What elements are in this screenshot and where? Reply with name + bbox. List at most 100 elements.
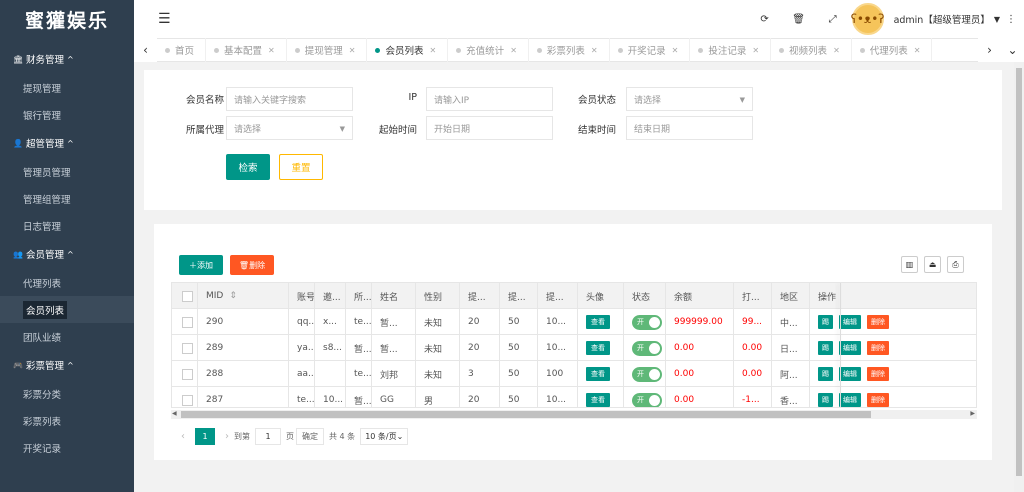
user-name[interactable]: admin【超级管理员】 bbox=[894, 12, 990, 26]
tab-item[interactable]: 开奖记录 ✕ bbox=[610, 38, 691, 62]
member-status-select[interactable]: 请选择 ▼ bbox=[626, 87, 753, 111]
view-avatar-button[interactable]: 查看 bbox=[586, 393, 610, 407]
sidebar-item[interactable]: 开奖记录 bbox=[0, 434, 134, 461]
select-all-checkbox[interactable] bbox=[182, 290, 193, 302]
row-checkbox[interactable] bbox=[182, 316, 193, 328]
tab-prev-icon[interactable]: ‹ bbox=[134, 38, 157, 62]
sidebar-item[interactable]: 代理列表 bbox=[0, 269, 134, 296]
sidebar-item[interactable]: 管理组管理 bbox=[0, 185, 134, 212]
kick-button[interactable]: 踢 bbox=[818, 367, 833, 381]
edit-button[interactable]: 编辑 bbox=[839, 341, 861, 355]
close-icon[interactable]: ✕ bbox=[510, 46, 517, 55]
fullscreen-icon[interactable]: ⤢ bbox=[816, 14, 850, 25]
menu-toggle-icon[interactable]: ☰ bbox=[158, 11, 171, 27]
close-icon[interactable]: ✕ bbox=[752, 46, 759, 55]
tab-item[interactable]: 会员列表 ✕ bbox=[367, 38, 449, 62]
sidebar-group-2[interactable]: 👥 会员管理 ^ bbox=[0, 239, 134, 269]
edit-button[interactable]: 编辑 bbox=[839, 367, 861, 381]
columns-icon[interactable]: ▥ bbox=[901, 256, 918, 273]
sidebar-item[interactable]: 彩票列表 bbox=[0, 407, 134, 434]
sort-icon[interactable]: ⇕ bbox=[229, 291, 237, 301]
table-cell: 50 bbox=[500, 361, 538, 387]
tab-item[interactable]: 提现管理 ✕ bbox=[287, 38, 368, 62]
tab-item[interactable]: 首页 bbox=[157, 38, 207, 62]
kick-button[interactable]: 踢 bbox=[818, 393, 833, 407]
sidebar-item[interactable]: 提现管理 bbox=[0, 74, 134, 101]
sidebar-group-3[interactable]: 🎮 彩票管理 ^ bbox=[0, 350, 134, 380]
header-cell[interactable]: MID ⇕ bbox=[198, 283, 289, 309]
view-avatar-button[interactable]: 查看 bbox=[586, 315, 610, 329]
chevron-down-icon[interactable]: ▼ bbox=[994, 15, 1000, 24]
table-cell: 10... bbox=[315, 387, 346, 407]
sidebar-item[interactable]: 银行管理 bbox=[0, 101, 134, 128]
close-icon[interactable]: ✕ bbox=[268, 46, 275, 55]
kick-button[interactable]: 踢 bbox=[818, 341, 833, 355]
sidebar-item[interactable]: 会员列表 bbox=[0, 296, 134, 323]
sidebar-item[interactable]: 团队业绩 bbox=[0, 323, 134, 350]
confirm-button[interactable]: 确定 bbox=[296, 427, 324, 445]
close-icon[interactable]: ✕ bbox=[591, 46, 598, 55]
sidebar-group-0[interactable]: 🏛 财务管理 ^ bbox=[0, 44, 134, 74]
kick-button[interactable]: 踢 bbox=[818, 315, 833, 329]
sidebar-item[interactable]: 日志管理 bbox=[0, 212, 134, 239]
ip-input[interactable]: 请输入IP bbox=[426, 87, 553, 111]
export-icon[interactable]: ⏏ bbox=[924, 256, 941, 273]
tab-item[interactable]: 彩票列表 ✕ bbox=[529, 38, 610, 62]
status-toggle[interactable]: 开 bbox=[632, 366, 662, 382]
close-icon[interactable]: ✕ bbox=[833, 46, 840, 55]
tab-more-icon[interactable]: ⌄ bbox=[1001, 38, 1024, 62]
end-date-input[interactable]: 结束日期 bbox=[626, 116, 753, 140]
view-avatar-button[interactable]: 查看 bbox=[586, 341, 610, 355]
current-page[interactable]: 1 bbox=[195, 427, 215, 445]
tab-dot bbox=[536, 47, 542, 53]
delete-row-button[interactable]: 删除 bbox=[867, 367, 889, 381]
print-icon[interactable]: ⎙ bbox=[947, 256, 964, 273]
agent-select[interactable]: 请选择 ▼ bbox=[226, 116, 353, 140]
sidebar-group-1[interactable]: 👤 超管管理 ^ bbox=[0, 128, 134, 158]
trash-icon[interactable]: 🗑 bbox=[782, 14, 816, 25]
row-checkbox[interactable] bbox=[182, 394, 193, 406]
row-checkbox[interactable] bbox=[182, 368, 193, 380]
page-input[interactable]: 1 bbox=[255, 427, 281, 445]
app-logo: 蜜獾娱乐 bbox=[24, 9, 109, 32]
status-toggle[interactable]: 开 bbox=[632, 392, 662, 407]
delete-row-button[interactable]: 删除 bbox=[867, 341, 889, 355]
add-button[interactable]: ＋添加 bbox=[179, 255, 223, 275]
close-icon[interactable]: ✕ bbox=[914, 46, 921, 55]
table-hscrollbar[interactable]: ◀ ▶ bbox=[171, 410, 977, 419]
page-scrollbar[interactable] bbox=[1014, 62, 1024, 492]
cell-value: 3 bbox=[468, 369, 474, 379]
tab-item[interactable]: 充值统计 ✕ bbox=[448, 38, 529, 62]
close-icon[interactable]: ✕ bbox=[429, 46, 436, 55]
edit-button[interactable]: 编辑 bbox=[839, 315, 861, 329]
close-icon[interactable]: ✕ bbox=[349, 46, 356, 55]
sidebar-item[interactable]: 彩票分类 bbox=[0, 380, 134, 407]
row-checkbox[interactable] bbox=[182, 342, 193, 354]
reset-button[interactable]: 重置 bbox=[279, 154, 323, 180]
page-size-select[interactable]: 10 条/页 ⌄ bbox=[360, 427, 409, 445]
start-date-input[interactable]: 开始日期 bbox=[426, 116, 553, 140]
tab-item[interactable]: 投注记录 ✕ bbox=[690, 38, 772, 62]
delete-button[interactable]: 🗑 删除 bbox=[230, 255, 274, 275]
delete-row-button[interactable]: 删除 bbox=[867, 315, 889, 329]
prev-page-icon[interactable]: ‹ bbox=[176, 431, 190, 442]
header-cell[interactable] bbox=[172, 283, 198, 309]
table-cell: 日... bbox=[772, 335, 810, 361]
tab-item[interactable]: 代理列表 ✕ bbox=[852, 38, 933, 62]
next-page-icon[interactable]: › bbox=[220, 431, 234, 442]
view-avatar-button[interactable]: 查看 bbox=[586, 367, 610, 381]
tab-item[interactable]: 基本配置 ✕ bbox=[206, 38, 287, 62]
status-toggle[interactable]: 开 bbox=[632, 340, 662, 356]
more-vertical-icon[interactable]: ⋮ bbox=[1006, 14, 1016, 25]
edit-button[interactable]: 编辑 bbox=[839, 393, 861, 407]
search-button[interactable]: 检索 bbox=[226, 154, 270, 180]
refresh-icon[interactable]: ⟳ bbox=[748, 14, 782, 25]
member-name-input[interactable]: 请输入关键字搜索 bbox=[226, 87, 353, 111]
sidebar-item[interactable]: 管理员管理 bbox=[0, 158, 134, 185]
close-icon[interactable]: ✕ bbox=[672, 46, 679, 55]
tab-next-icon[interactable]: › bbox=[978, 38, 1001, 62]
delete-row-button[interactable]: 删除 bbox=[867, 393, 889, 407]
status-toggle[interactable]: 开 bbox=[632, 314, 662, 330]
avatar[interactable]: ʕ•ᴥ•ʔ bbox=[851, 3, 884, 35]
tab-item[interactable]: 视频列表 ✕ bbox=[771, 38, 852, 62]
